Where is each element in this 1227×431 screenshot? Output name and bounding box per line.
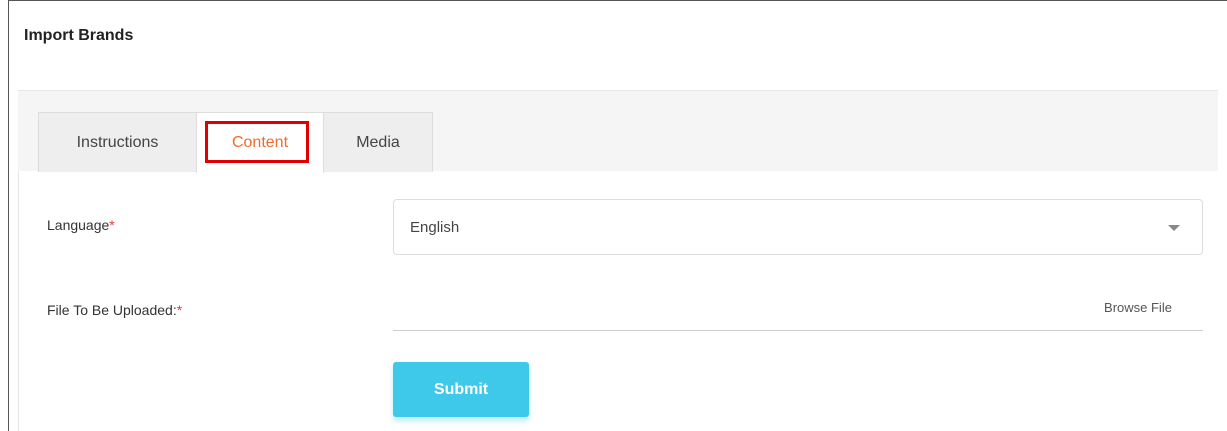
tab-media[interactable]: Media: [323, 112, 433, 172]
language-select[interactable]: English: [393, 199, 1203, 255]
file-upload-field[interactable]: [393, 330, 1203, 331]
caret-down-icon: [1168, 225, 1180, 231]
language-label: Language*: [47, 217, 115, 233]
tab-content[interactable]: Content: [196, 112, 324, 173]
page-title: Import Brands: [24, 27, 134, 44]
tab-instructions[interactable]: Instructions: [38, 112, 197, 172]
browse-file-button[interactable]: Browse File: [1073, 284, 1203, 330]
file-upload-label-text: File To Be Uploaded:: [47, 302, 177, 318]
file-upload-label: File To Be Uploaded:*: [47, 302, 182, 318]
required-mark: *: [176, 302, 183, 318]
tab-label: Instructions: [76, 133, 159, 151]
required-mark: *: [109, 217, 115, 233]
tab-label: Media: [356, 133, 400, 151]
submit-button[interactable]: Submit: [393, 362, 529, 417]
language-select-value: English: [410, 218, 460, 236]
tab-label: Content: [231, 134, 289, 151]
language-label-text: Language: [47, 217, 110, 233]
